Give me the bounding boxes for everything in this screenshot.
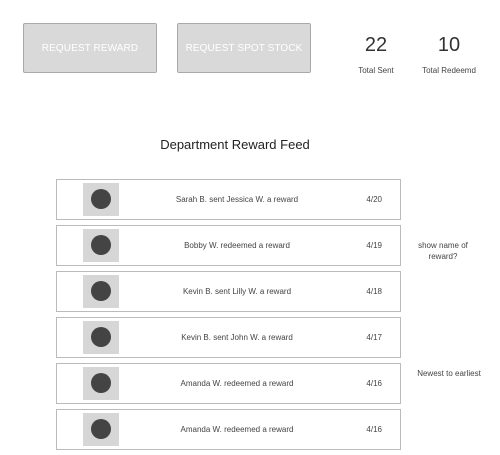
total-sent-label: Total Sent	[358, 66, 394, 75]
feed-item-message: Sarah B. sent Jessica W. a reward	[175, 195, 299, 204]
feed-item-date: 4/19	[366, 241, 382, 250]
reward-feed-list: Sarah B. sent Jessica W. a reward 4/20 B…	[56, 179, 401, 455]
feed-item-date: 4/18	[366, 287, 382, 296]
feed-item-message: Bobby W. redeemed a reward	[184, 241, 290, 250]
avatar-icon	[91, 373, 111, 393]
request-reward-button[interactable]: REQUEST REWARD	[23, 23, 157, 73]
feed-item[interactable]: Amanda W. redeemed a reward 4/16	[56, 409, 401, 450]
annotation-show-name-line1: show name of	[418, 241, 468, 250]
avatar-icon	[91, 189, 111, 209]
feed-item[interactable]: Kevin B. sent Lilly W. a reward 4/18	[56, 271, 401, 312]
feed-item-message: Amanda W. redeemed a reward	[180, 379, 294, 388]
feed-item[interactable]: Sarah B. sent Jessica W. a reward 4/20	[56, 179, 401, 220]
avatar-placeholder	[83, 321, 119, 354]
feed-item-message: Kevin B. sent John W. a reward	[181, 333, 293, 342]
feed-item-date: 4/16	[366, 379, 382, 388]
total-redeemed-stat: 10 Total Redeemd	[418, 32, 480, 75]
feed-item-date: 4/20	[366, 195, 382, 204]
annotation-show-name: show name of reward?	[410, 240, 476, 262]
feed-item-date: 4/17	[366, 333, 382, 342]
avatar-icon	[91, 281, 111, 301]
feed-title: Department Reward Feed	[160, 137, 310, 152]
feed-item-message: Amanda W. redeemed a reward	[180, 425, 294, 434]
total-sent-stat: 22 Total Sent	[350, 32, 402, 75]
avatar-placeholder	[83, 413, 119, 446]
total-redeemed-label: Total Redeemd	[422, 66, 476, 75]
annotation-show-name-line2: reward?	[428, 252, 458, 261]
feed-item-message: Kevin B. sent Lilly W. a reward	[182, 287, 292, 296]
avatar-placeholder	[83, 275, 119, 308]
feed-item[interactable]: Amanda W. redeemed a reward 4/16	[56, 363, 401, 404]
avatar-placeholder	[83, 229, 119, 262]
feed-item[interactable]: Bobby W. redeemed a reward 4/19	[56, 225, 401, 266]
avatar-icon	[91, 235, 111, 255]
total-redeemed-value: 10	[437, 34, 461, 56]
avatar-placeholder	[83, 367, 119, 400]
request-spot-stock-button[interactable]: REQUEST SPOT STOCK	[177, 23, 311, 73]
annotation-order: Newest to earliest	[417, 369, 481, 378]
total-sent-value: 22	[364, 34, 388, 56]
avatar-icon	[91, 419, 111, 439]
avatar-placeholder	[83, 183, 119, 216]
feed-item-date: 4/16	[366, 425, 382, 434]
avatar-icon	[91, 327, 111, 347]
feed-item[interactable]: Kevin B. sent John W. a reward 4/17	[56, 317, 401, 358]
